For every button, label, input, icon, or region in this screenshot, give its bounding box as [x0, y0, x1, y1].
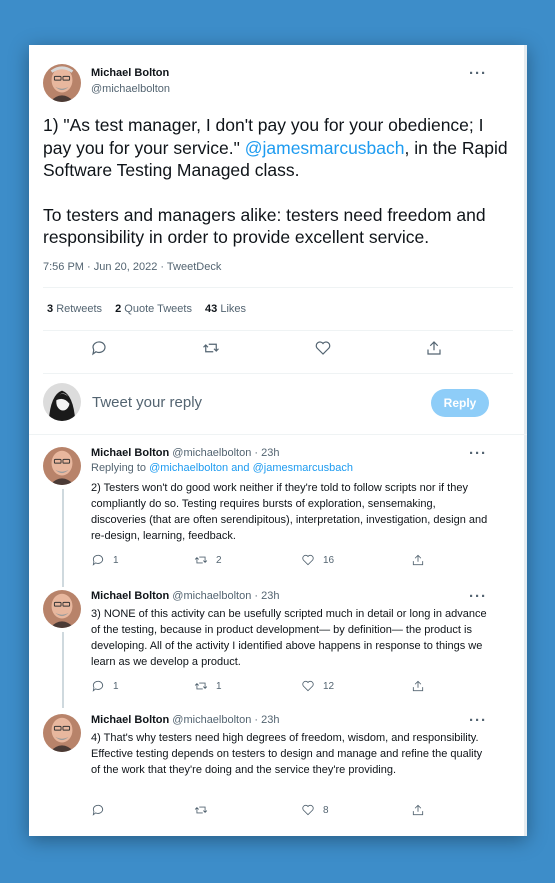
- more-icon[interactable]: ···: [469, 589, 487, 604]
- reply-icon[interactable]: [90, 339, 110, 359]
- mention-link[interactable]: @jamesmarcusbach: [245, 138, 405, 158]
- like-action[interactable]: 8: [301, 803, 329, 817]
- retweets-stat[interactable]: 3 Retweets: [47, 303, 102, 315]
- author-name[interactable]: Michael Bolton: [91, 67, 169, 79]
- tweet-text-para2: To testers and managers alike: testers n…: [43, 204, 486, 248]
- author-avatar[interactable]: [43, 64, 81, 102]
- divider: [43, 287, 513, 288]
- heart-icon: [302, 804, 314, 816]
- retweet-icon[interactable]: [202, 339, 222, 359]
- share-action[interactable]: [411, 803, 425, 817]
- reply-icon: [92, 680, 104, 692]
- reply-input[interactable]: Tweet your reply: [92, 394, 202, 411]
- author-handle-time[interactable]: @michaelbolton · 23h: [172, 447, 279, 459]
- retweet-icon: [194, 806, 208, 814]
- tweet-actions: [29, 339, 527, 363]
- author-handle-time[interactable]: @michaelbolton · 23h: [172, 714, 279, 726]
- author-avatar[interactable]: [43, 714, 81, 752]
- quotes-stat[interactable]: 2 Quote Tweets: [115, 303, 192, 315]
- author-name[interactable]: Michael Bolton: [91, 447, 169, 459]
- share-icon: [412, 804, 424, 816]
- retweet-icon: [194, 682, 208, 690]
- share-action[interactable]: [411, 679, 425, 693]
- replying-to: Replying to @michaelbolton and @jamesmar…: [91, 462, 354, 474]
- author-handle[interactable]: @michaelbolton: [91, 83, 170, 95]
- reply-text: 4) That's why testers need high degrees …: [91, 732, 483, 776]
- divider: [43, 373, 513, 374]
- reply-button[interactable]: Reply: [431, 389, 489, 417]
- author-name[interactable]: Michael Bolton: [91, 590, 169, 602]
- tweet-stats: 3 Retweets 2 Quote Tweets 43 Likes: [47, 303, 256, 315]
- retweet-icon: [194, 556, 208, 564]
- reply-text: 2) Testers won't do good work neither if…: [91, 482, 488, 542]
- heart-icon[interactable]: [314, 339, 334, 359]
- share-icon: [412, 554, 424, 566]
- author-avatar[interactable]: [43, 447, 81, 485]
- retweet-action[interactable]: 1: [194, 679, 222, 693]
- reply-header: Michael Bolton @michaelbolton · 23h: [91, 714, 279, 726]
- thread-line: [62, 489, 64, 587]
- replying-to-link[interactable]: @michaelbolton and @jamesmarcusbach: [149, 462, 353, 474]
- heart-icon: [302, 680, 314, 692]
- share-icon: [412, 680, 424, 692]
- reply-action[interactable]: [91, 803, 113, 817]
- heart-icon: [302, 554, 314, 566]
- like-action[interactable]: 12: [301, 679, 334, 693]
- tweet-text: 1) "As test manager, I don't pay you for…: [43, 114, 513, 249]
- likes-stat[interactable]: 43 Likes: [205, 303, 246, 315]
- reply-actions: 8: [91, 803, 491, 819]
- retweet-action[interactable]: [194, 803, 216, 817]
- author-name[interactable]: Michael Bolton: [91, 714, 169, 726]
- more-icon[interactable]: ···: [469, 446, 487, 461]
- retweet-action[interactable]: 2: [194, 553, 222, 567]
- current-user-avatar[interactable]: [43, 383, 81, 421]
- share-action[interactable]: [411, 553, 425, 567]
- reply-header: Michael Bolton @michaelbolton · 23h: [91, 447, 279, 459]
- reply-actions: 1 1 12: [91, 679, 491, 695]
- more-icon[interactable]: ···: [469, 713, 487, 728]
- reply-actions: 1 2 16: [91, 553, 491, 569]
- reply-action[interactable]: 1: [91, 679, 119, 693]
- share-icon[interactable]: [425, 339, 445, 359]
- reply-header: Michael Bolton @michaelbolton · 23h: [91, 590, 279, 602]
- divider: [43, 330, 513, 331]
- reply-action[interactable]: 1: [91, 553, 119, 567]
- more-icon[interactable]: ···: [469, 66, 487, 81]
- author-avatar[interactable]: [43, 590, 81, 628]
- like-action[interactable]: 16: [301, 553, 334, 567]
- reply-icon: [92, 554, 104, 566]
- divider: [29, 434, 527, 435]
- reply-text: 3) NONE of this activity can be usefully…: [91, 608, 487, 668]
- author-handle-time[interactable]: @michaelbolton · 23h: [172, 590, 279, 602]
- scrollbar-track[interactable]: [524, 45, 527, 836]
- tweet-timestamp[interactable]: 7:56 PM · Jun 20, 2022 · TweetDeck: [43, 261, 221, 273]
- thread-line: [62, 632, 64, 708]
- reply-icon: [92, 804, 104, 816]
- tweet-card: Michael Bolton @michaelbolton ··· 1) "As…: [29, 45, 527, 836]
